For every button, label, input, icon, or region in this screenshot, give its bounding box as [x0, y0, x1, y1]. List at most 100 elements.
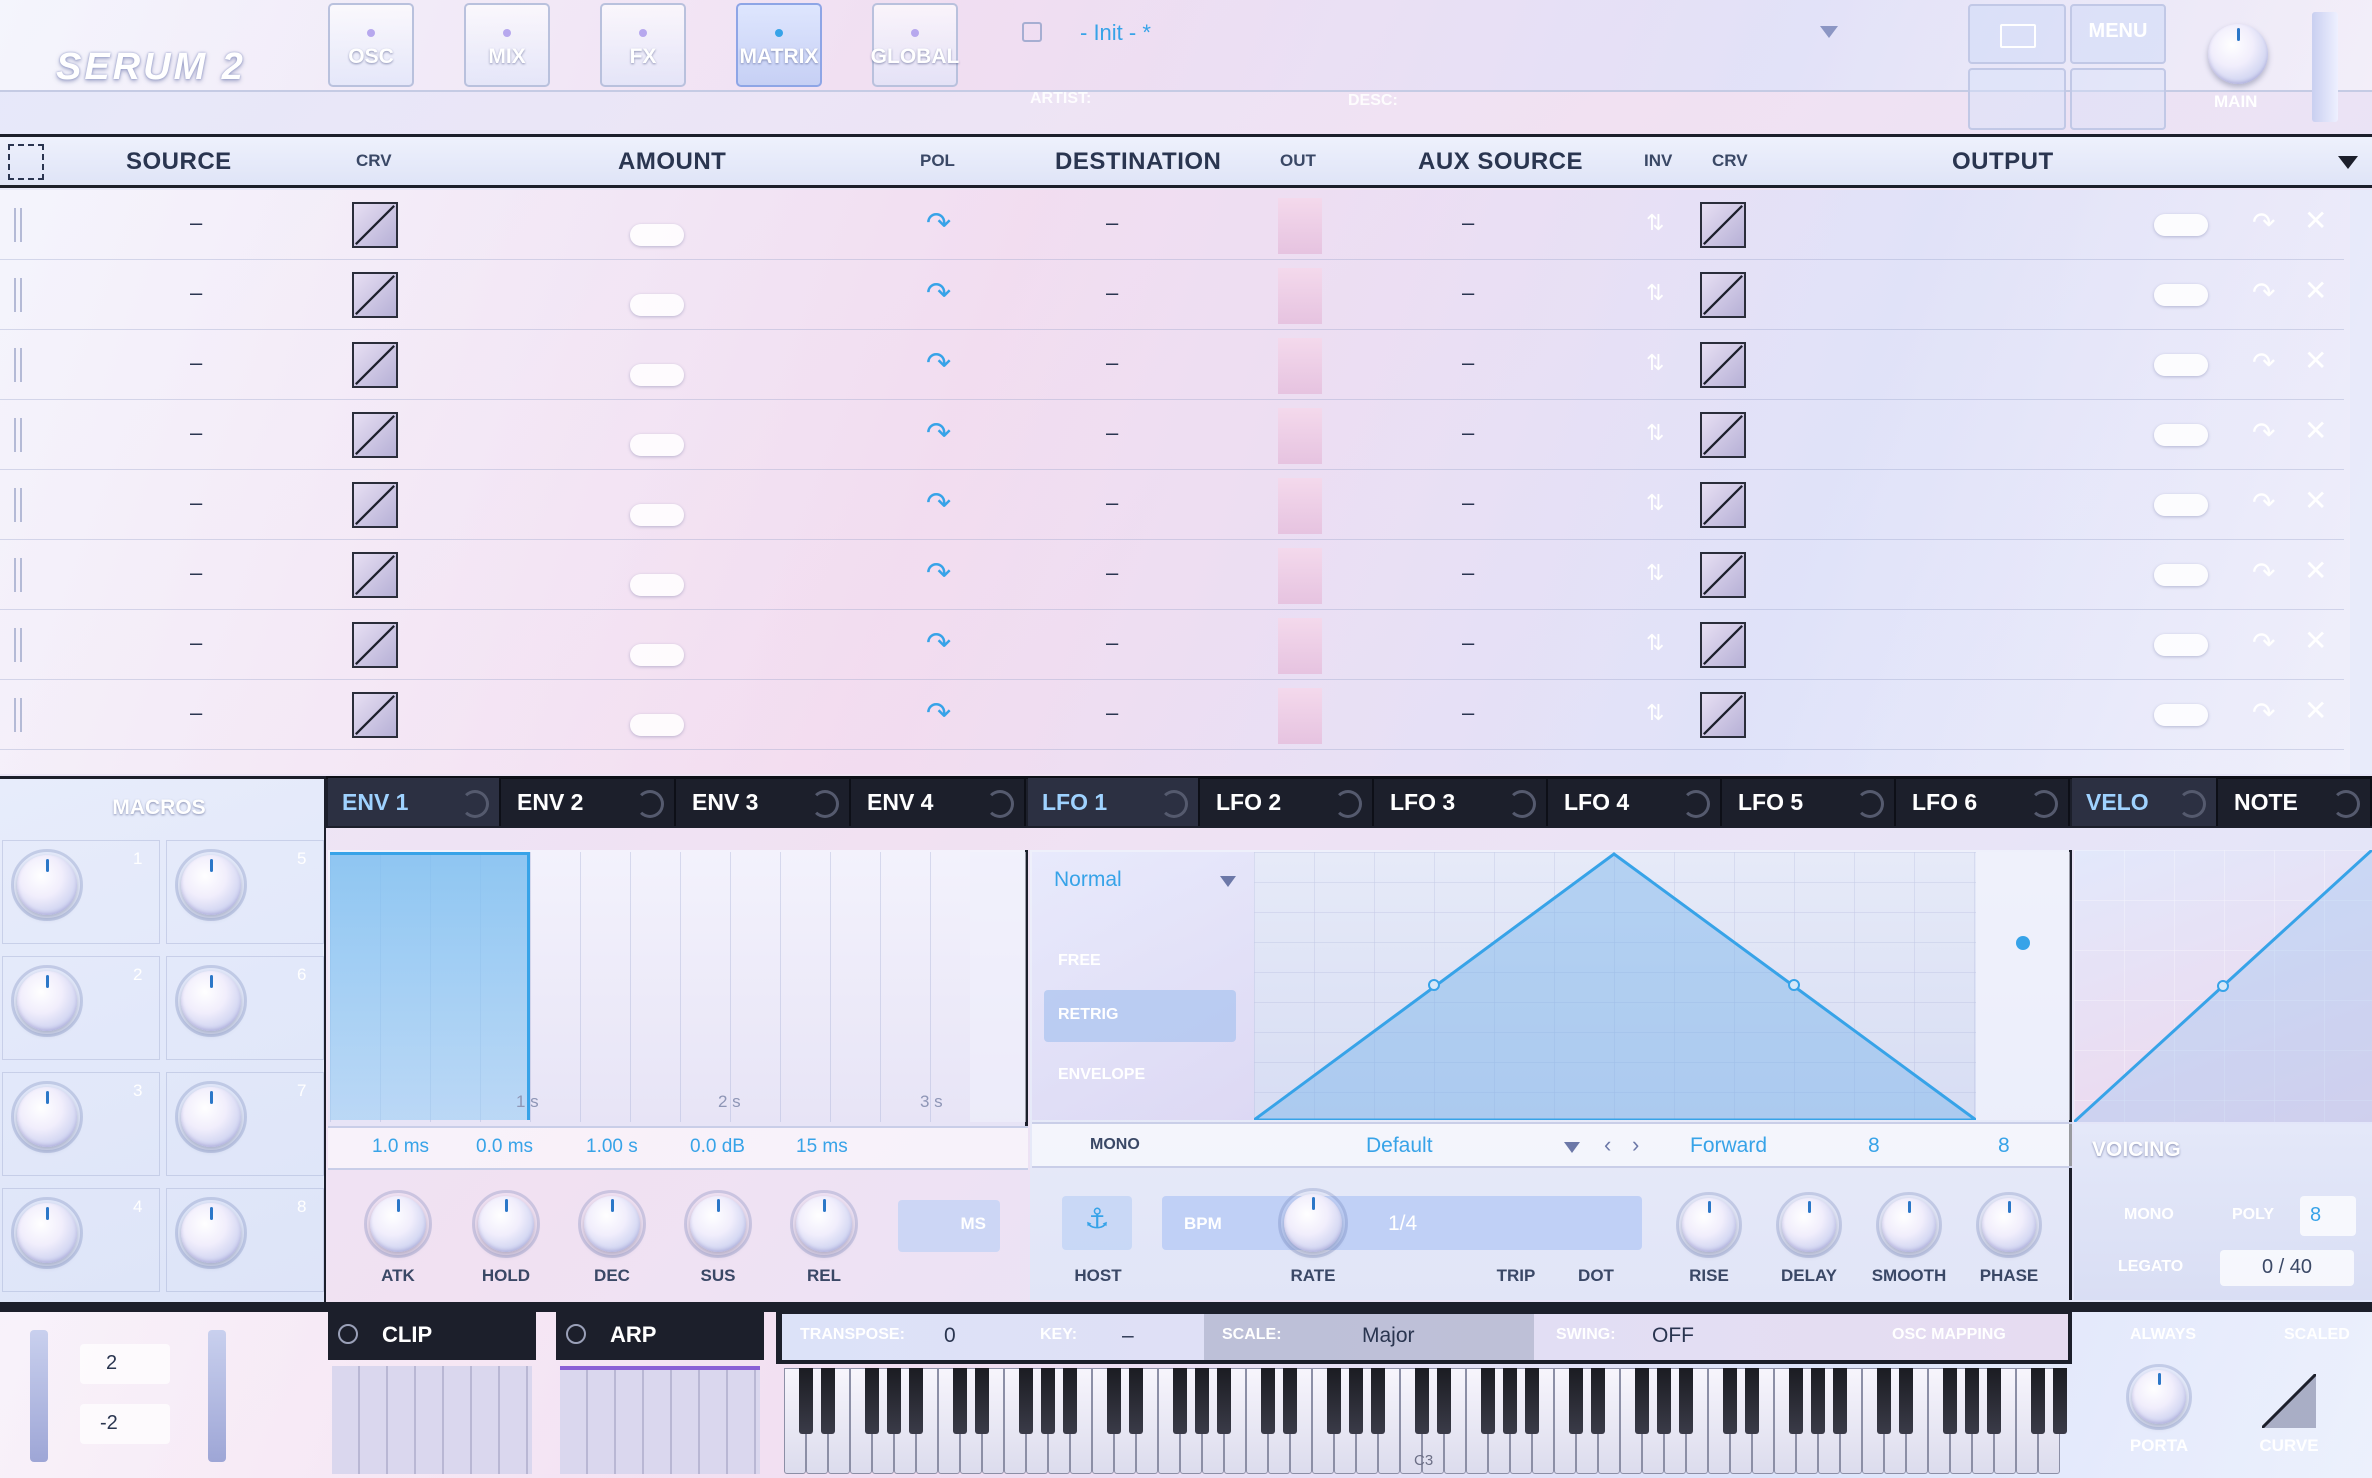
amount-slider[interactable] [630, 644, 684, 666]
piano-black-key[interactable] [865, 1368, 879, 1434]
piano-black-key[interactable] [887, 1368, 901, 1434]
aux-source-slot[interactable]: – [1462, 420, 1474, 446]
piano-black-key[interactable] [1129, 1368, 1143, 1434]
polarity-arrow-icon[interactable]: ↷ [926, 206, 951, 241]
env-scrollbar[interactable] [970, 852, 1026, 1122]
inv-arrows-icon[interactable]: ⇅ [1646, 490, 1664, 516]
legato-toggle[interactable]: LEGATO [2118, 1258, 2183, 1276]
tab-global[interactable]: GLOBAL [871, 3, 959, 87]
source-slot[interactable]: – [190, 490, 202, 516]
macro-knob[interactable] [175, 965, 247, 1037]
piano-black-key[interactable] [1041, 1368, 1055, 1434]
row-drag-handle[interactable] [14, 628, 22, 662]
source-curve-button[interactable] [352, 412, 398, 458]
piano-black-key[interactable] [1371, 1368, 1385, 1434]
macro-knob[interactable] [175, 1197, 247, 1269]
smooth-knob[interactable] [1876, 1192, 1942, 1258]
key-value[interactable]: – [1122, 1324, 1134, 1348]
tab-matrix[interactable]: MATRIX [736, 3, 822, 87]
drag-mod-icon[interactable] [2178, 790, 2206, 818]
piano-black-key[interactable] [1195, 1368, 1209, 1434]
source-slot[interactable]: – [190, 560, 202, 586]
lfo-grid-y[interactable]: 8 [1998, 1134, 2010, 1158]
row-drag-handle[interactable] [14, 208, 22, 242]
drag-mod-icon[interactable] [1856, 790, 1884, 818]
lfo-envelope-button[interactable]: ENVELOPE [1058, 1066, 1145, 1084]
save-icon[interactable] [1022, 22, 1042, 42]
mod-tab[interactable]: LFO 5 [1724, 778, 1896, 826]
row-drag-handle[interactable] [14, 488, 22, 522]
piano-black-key[interactable] [1833, 1368, 1847, 1434]
phase-knob[interactable] [1976, 1192, 2042, 1258]
velo-graph[interactable] [2072, 848, 2372, 1124]
env-dec-value[interactable]: 1.00 s [586, 1136, 638, 1158]
aux-curve-button[interactable] [1700, 692, 1746, 738]
remove-row-icon[interactable]: ✕ [2304, 344, 2327, 377]
amount-slider[interactable] [630, 224, 684, 246]
piano-black-key[interactable] [821, 1368, 835, 1434]
piano-black-key[interactable] [1591, 1368, 1605, 1434]
polarity-arrow-icon[interactable]: ↷ [926, 626, 951, 661]
remove-row-icon[interactable]: ✕ [2304, 484, 2327, 517]
inv-arrows-icon[interactable]: ⇅ [1646, 700, 1664, 726]
amount-slider[interactable] [630, 574, 684, 596]
aux-source-slot[interactable]: – [1462, 280, 1474, 306]
destination-slot[interactable]: – [1106, 700, 1118, 726]
bypass-arrow-icon[interactable]: ↷ [2252, 346, 2275, 379]
piano-black-key[interactable] [1679, 1368, 1693, 1434]
bypass-arrow-icon[interactable]: ↷ [2252, 486, 2275, 519]
piano-black-key[interactable] [1965, 1368, 1979, 1434]
inv-arrows-icon[interactable]: ⇅ [1646, 210, 1664, 236]
amount-slider[interactable] [630, 714, 684, 736]
bypass-arrow-icon[interactable]: ↷ [2252, 206, 2275, 239]
bypass-arrow-icon[interactable]: ↷ [2252, 626, 2275, 659]
drag-mod-icon[interactable] [2332, 790, 2360, 818]
mod-tab[interactable]: ENV 1 [328, 778, 501, 826]
scale-value[interactable]: Major [1362, 1324, 1415, 1348]
source-curve-button[interactable] [352, 202, 398, 248]
piano-black-key[interactable] [1635, 1368, 1649, 1434]
lfo-graph[interactable] [1249, 852, 1981, 1122]
row-drag-handle[interactable] [14, 558, 22, 592]
bypass-arrow-icon[interactable]: ↷ [2252, 696, 2275, 729]
source-curve-button[interactable] [352, 482, 398, 528]
preset-dropdown-icon[interactable] [1820, 26, 1838, 38]
aux-source-slot[interactable]: – [1462, 700, 1474, 726]
destination-slot[interactable]: – [1106, 350, 1118, 376]
source-slot[interactable]: – [190, 350, 202, 376]
aux-curve-button[interactable] [1700, 342, 1746, 388]
output-slider[interactable] [2154, 494, 2208, 516]
aux-source-slot[interactable]: – [1462, 560, 1474, 586]
piano-black-key[interactable] [1107, 1368, 1121, 1434]
mod-tab[interactable]: LFO 1 [1028, 778, 1200, 826]
aux-source-slot[interactable]: – [1462, 630, 1474, 656]
piano-black-key[interactable] [1327, 1368, 1341, 1434]
pitch-down-box[interactable]: -2 [80, 1404, 170, 1444]
voicing-mono[interactable]: MONO [2124, 1206, 2174, 1224]
output-slider[interactable] [2154, 564, 2208, 586]
legato-value-box[interactable]: 0 / 40 [2220, 1250, 2354, 1286]
piano-black-key[interactable] [1283, 1368, 1297, 1434]
hold-knob[interactable] [472, 1190, 540, 1258]
output-slider[interactable] [2154, 354, 2208, 376]
polarity-arrow-icon[interactable]: ↷ [926, 276, 951, 311]
dec-knob[interactable] [578, 1190, 646, 1258]
bypass-arrow-icon[interactable]: ↷ [2252, 556, 2275, 589]
voicing-poly[interactable]: POLY [2232, 1206, 2274, 1224]
row-drag-handle[interactable] [14, 278, 22, 312]
aux-curve-button[interactable] [1700, 202, 1746, 248]
osc-mapping-button[interactable]: OSC MAPPING [1892, 1326, 2006, 1344]
drag-mod-icon[interactable] [986, 790, 1014, 818]
pitch-up-box[interactable]: 2 [80, 1344, 170, 1384]
macro-knob[interactable] [175, 849, 247, 921]
destination-slot[interactable]: – [1106, 210, 1118, 236]
env-hold-value[interactable]: 0.0 ms [476, 1136, 533, 1158]
amount-slider[interactable] [630, 434, 684, 456]
inv-arrows-icon[interactable]: ⇅ [1646, 280, 1664, 306]
lfo-preset-arrow-icon[interactable] [1564, 1142, 1580, 1153]
expand-icon[interactable] [8, 144, 44, 180]
env-atk-value[interactable]: 1.0 ms [372, 1136, 429, 1158]
piano-black-key[interactable] [1349, 1368, 1363, 1434]
output-slider[interactable] [2154, 284, 2208, 306]
row-drag-handle[interactable] [14, 348, 22, 382]
